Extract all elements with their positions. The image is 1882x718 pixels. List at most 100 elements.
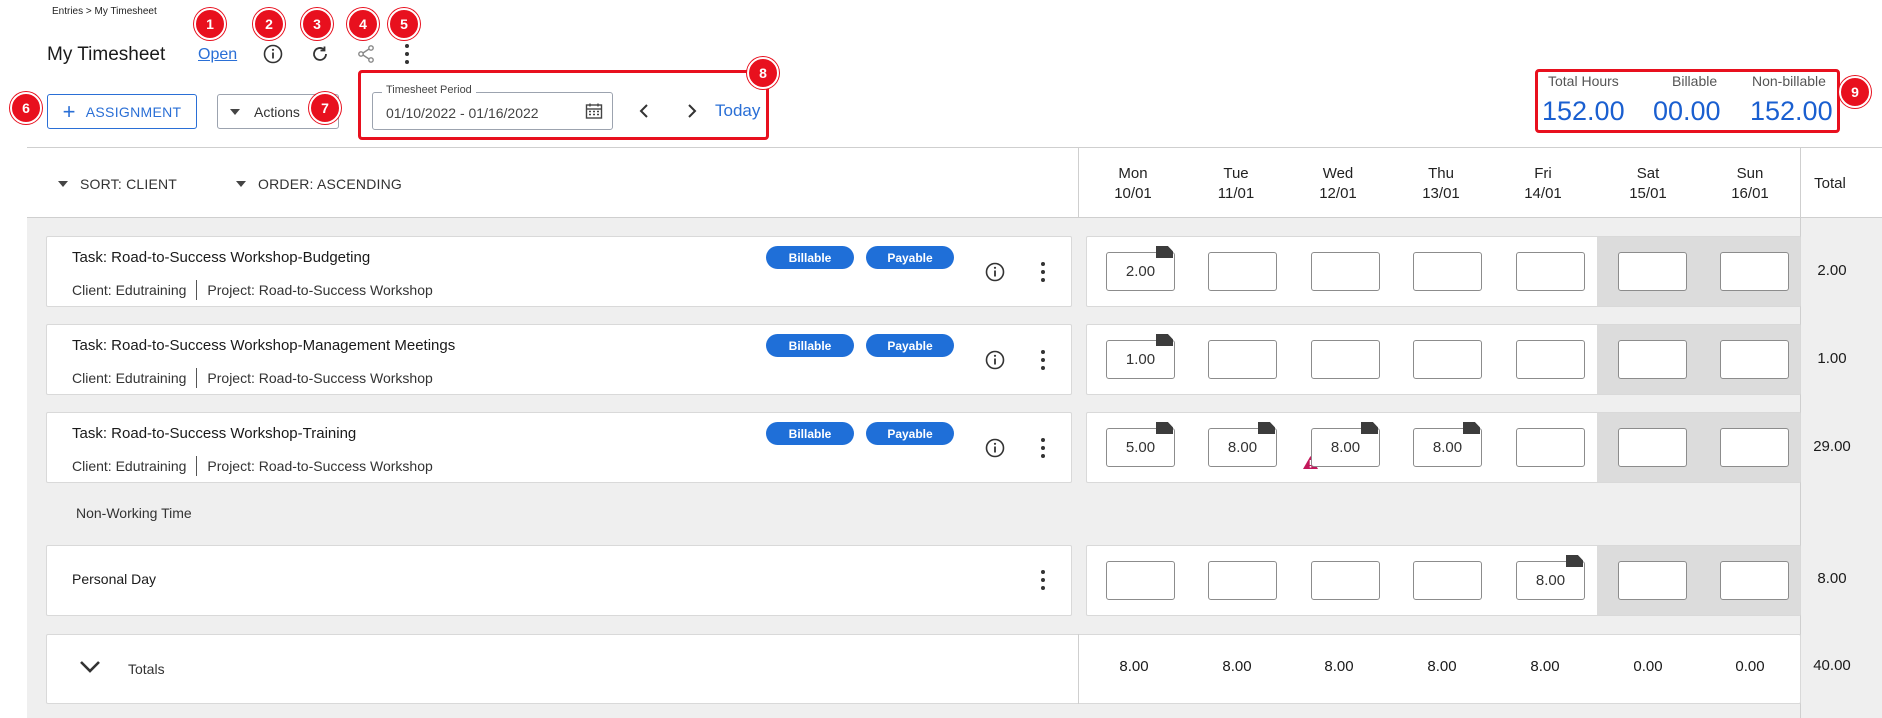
hours-value: 8.00 [1330, 439, 1361, 456]
info-icon[interactable] [262, 43, 284, 65]
day-header-tue: Tue 11/01 [1217, 165, 1255, 202]
row-menu-icon[interactable] [1040, 570, 1046, 590]
more-options-icon[interactable] [396, 43, 418, 65]
payable-tag: Payable [866, 422, 954, 445]
day-total: 8.00 [1324, 658, 1354, 675]
hours-input-wed[interactable] [1311, 252, 1380, 291]
hours-input-sat[interactable] [1618, 340, 1687, 379]
callout-badge: 7 [309, 92, 341, 124]
callout-badge: 3 [301, 8, 333, 40]
day-total: 0.00 [1735, 658, 1765, 675]
row-menu-icon[interactable] [1040, 350, 1046, 370]
info-icon[interactable] [985, 350, 1005, 370]
row-total: 29.00 [1813, 438, 1851, 455]
hours-input-thu[interactable] [1413, 561, 1482, 600]
task-title: Task: Road-to-Success Workshop-Managemen… [72, 337, 456, 354]
hours-value: 8.00 [1227, 439, 1258, 456]
hours-input-tue[interactable]: 8.00 [1208, 422, 1277, 467]
day-header-thu: Thu 13/01 [1422, 165, 1460, 202]
info-icon[interactable] [985, 262, 1005, 282]
assignment-label: ASSIGNMENT [85, 103, 182, 120]
hours-input-tue[interactable] [1208, 561, 1277, 600]
task-meta: Client: Edutraining Project: Road-to-Succ… [72, 368, 433, 388]
hours-input-mon[interactable]: 5.00 [1106, 422, 1175, 467]
hours-input-sun[interactable] [1720, 252, 1789, 291]
billable-value: 00.00 [1653, 96, 1721, 126]
hours-input-sun[interactable] [1720, 561, 1789, 600]
hours-input-wed[interactable]: 8.00 [1311, 422, 1380, 467]
next-period-button[interactable] [681, 100, 703, 122]
period-value: 01/10/2022 - 01/16/2022 [386, 105, 539, 121]
hours-input-mon[interactable]: 1.00 [1106, 334, 1175, 379]
row-menu-icon[interactable] [1040, 262, 1046, 282]
task-title: Task: Road-to-Success Workshop-Training [72, 425, 357, 442]
collapse-totals-icon[interactable] [79, 660, 101, 679]
hours-input-thu[interactable]: 8.00 [1413, 422, 1482, 467]
project-label: Project: Road-to-Success Workshop [207, 458, 433, 474]
share-icon[interactable] [355, 43, 377, 65]
hours-input-sun[interactable] [1720, 340, 1789, 379]
hours-input-fri[interactable] [1516, 428, 1585, 467]
kebab-icon [404, 44, 410, 64]
grand-total: 40.00 [1813, 657, 1851, 674]
order-label: ORDER: ASCENDING [258, 176, 402, 192]
hours-value: 8.00 [1535, 572, 1566, 589]
payable-tag: Payable [866, 334, 954, 357]
payable-tag: Payable [866, 246, 954, 269]
breadcrumb: Entries > My Timesheet [52, 6, 157, 17]
hours-input-sat[interactable] [1618, 252, 1687, 291]
hours-input-fri[interactable] [1516, 340, 1585, 379]
non-working-row [46, 545, 1072, 616]
hours-input-fri[interactable] [1516, 252, 1585, 291]
billable-label: Billable [1672, 73, 1718, 89]
previous-period-button[interactable] [633, 100, 655, 122]
hours-input-sat[interactable] [1618, 561, 1687, 600]
hours-input-thu[interactable] [1413, 252, 1482, 291]
info-icon[interactable] [985, 438, 1005, 458]
day-header-sat: Sat 15/01 [1629, 165, 1667, 202]
hours-input-tue[interactable] [1208, 252, 1277, 291]
project-label: Project: Road-to-Success Workshop [207, 282, 433, 298]
hours-input-wed[interactable] [1311, 561, 1380, 600]
timesheet-period-field[interactable]: Timesheet Period 01/10/2022 - 01/16/2022 [372, 84, 613, 130]
caret-down-icon [236, 181, 246, 187]
hours-input-mon[interactable] [1106, 561, 1175, 600]
hours-value: 8.00 [1432, 439, 1463, 456]
hours-input-wed[interactable] [1311, 340, 1380, 379]
hours-input-sun[interactable] [1720, 428, 1789, 467]
day-total: 8.00 [1222, 658, 1252, 675]
hours-input-fri[interactable]: 8.00 [1516, 555, 1585, 600]
day-total: 0.00 [1633, 658, 1663, 675]
hours-input-tue[interactable] [1208, 340, 1277, 379]
hours-input-sat[interactable] [1618, 428, 1687, 467]
non-billable-label: Non-billable [1752, 73, 1826, 89]
order-ascending-control[interactable]: ORDER: ASCENDING [236, 176, 402, 192]
callout-badge: 4 [347, 8, 379, 40]
add-assignment-button[interactable]: + ASSIGNMENT [47, 94, 197, 129]
callout-badge: 5 [388, 8, 420, 40]
row-total: 8.00 [1817, 570, 1847, 587]
task-meta: Client: Edutraining Project: Road-to-Succ… [72, 280, 433, 300]
totals-label: Totals [128, 661, 165, 677]
task-meta: Client: Edutraining Project: Road-to-Succ… [72, 456, 433, 476]
grid-divider [27, 147, 1882, 148]
callout-badge: 2 [253, 8, 285, 40]
day-header-fri: Fri 14/01 [1524, 165, 1562, 202]
hours-value: 2.00 [1125, 263, 1156, 280]
period-legend: Timesheet Period [382, 84, 476, 96]
day-header-sun: Sun 16/01 [1731, 165, 1769, 202]
status-open-link[interactable]: Open [198, 46, 237, 64]
row-total: 1.00 [1817, 350, 1847, 367]
day-header-mon: Mon 10/01 [1114, 165, 1152, 202]
sort-label: SORT: CLIENT [80, 176, 178, 192]
sort-client-control[interactable]: SORT: CLIENT [58, 176, 177, 192]
calendar-icon[interactable] [585, 102, 603, 125]
row-menu-icon[interactable] [1040, 438, 1046, 458]
actions-label: Actions [254, 103, 300, 120]
caret-down-icon [58, 181, 68, 187]
hours-input-mon[interactable]: 2.00 [1106, 246, 1175, 291]
hours-input-thu[interactable] [1413, 340, 1482, 379]
today-button[interactable]: Today [715, 101, 760, 121]
caret-down-icon [230, 108, 240, 115]
refresh-icon[interactable] [309, 43, 331, 65]
